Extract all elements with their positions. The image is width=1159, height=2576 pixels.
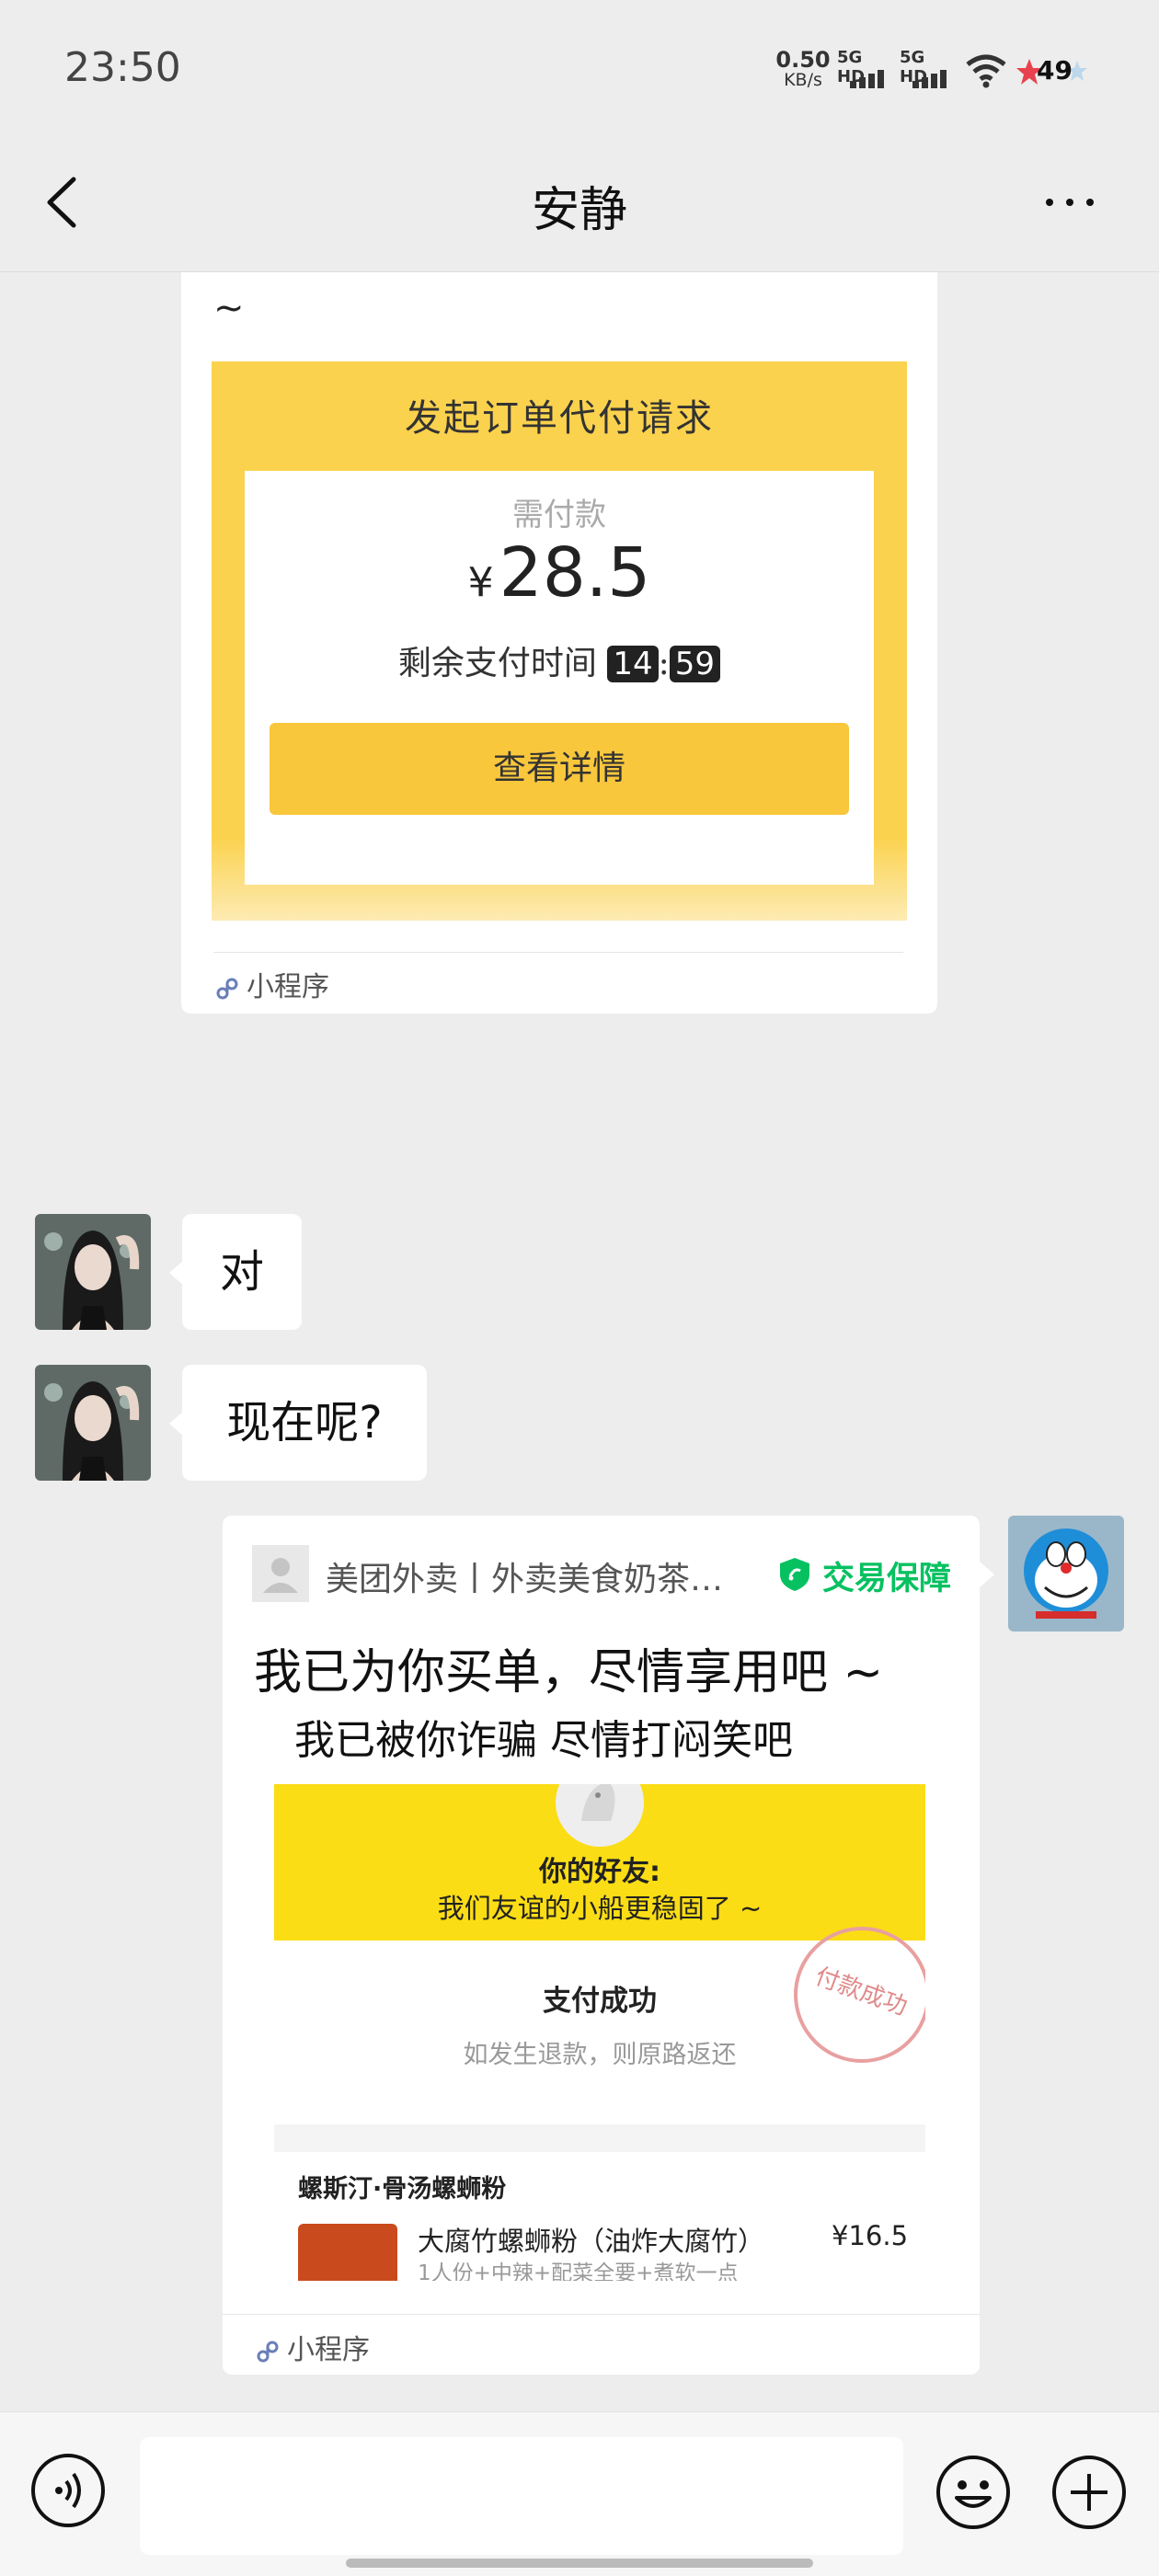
voice-icon <box>55 2472 81 2509</box>
order-item-price: ¥16.5 <box>832 2220 909 2251</box>
signal-sim1-icon: 5G HD <box>837 48 892 90</box>
remaining-seconds: 59 <box>669 646 721 682</box>
battery-icon: 49 <box>1016 53 1090 90</box>
currency-symbol: ¥ <box>467 559 494 606</box>
card-divider <box>213 952 903 953</box>
message-bubble[interactable]: 现在呢? <box>182 1365 427 1481</box>
friend-label: 你的好友: <box>539 1856 660 1888</box>
bubble-tail <box>980 1562 994 1587</box>
message-input[interactable] <box>140 2437 903 2555</box>
time-separator: : <box>658 645 670 682</box>
paid-stamp: 付款成功 <box>794 1927 925 2063</box>
paid-stamp-text: 付款成功 <box>811 1962 912 2021</box>
view-details-button[interactable]: 查看详情 <box>270 723 849 815</box>
payment-preview-image: 你的好友: 我们友谊的小船更稳固了 ~ 支付成功 如发生退款，则原路返还 付款成… <box>274 1784 925 2281</box>
network-speed-value: 0.50 <box>775 47 831 73</box>
friend-message: 我们友谊的小船更稳固了 ~ <box>437 1893 763 1924</box>
mini-program-text: 小程序 <box>287 2334 370 2366</box>
mini-program-icon <box>257 2341 279 2362</box>
mini-program-label: 小程序 <box>256 2327 370 2367</box>
order-item-spec: 1人份+中辣+配菜全要+煮软一点 <box>418 2261 739 2281</box>
mini-program-label: 小程序 <box>215 964 329 1004</box>
battery-level: 49 <box>1037 55 1073 86</box>
meituan-main-text: 我已为你买单，尽情享用吧 ~ <box>254 1645 884 1700</box>
amount-value: 28.5 <box>499 533 651 613</box>
emoji-button[interactable] <box>935 2454 1012 2531</box>
chat-title: 安静 <box>531 183 627 238</box>
friend-avatar-icon <box>556 1784 644 1847</box>
mini-program-icon <box>216 978 238 999</box>
meituan-sub-text: 我已被你诈骗 尽情打闷笑吧 <box>294 1717 793 1764</box>
contact-avatar[interactable] <box>35 1365 151 1481</box>
food-thumbnail <box>298 2224 397 2281</box>
pay-request-tilde: ~ <box>213 287 245 329</box>
plus-button[interactable] <box>1050 2454 1128 2531</box>
card-divider <box>223 2314 980 2315</box>
wifi-icon <box>966 54 1006 88</box>
remaining-minutes: 14 <box>607 646 659 682</box>
order-item-name: 大腐竹螺蛳粉（油炸大腐竹） <box>418 2226 765 2257</box>
message-bubble[interactable]: 对 <box>182 1214 302 1330</box>
shield-icon <box>780 1558 809 1591</box>
need-pay-label: 需付款 <box>512 497 606 533</box>
contact-avatar[interactable] <box>35 1214 151 1330</box>
remaining-time: 剩余支付时间 14:59 <box>245 636 874 684</box>
remaining-time-label: 剩余支付时间 <box>397 645 597 682</box>
shop-name: 螺斯汀·骨汤螺蛳粉 <box>298 2175 507 2204</box>
signal-sim2-icon: 5G HD <box>900 48 955 90</box>
meituan-avatar-icon <box>252 1545 309 1602</box>
voice-button[interactable] <box>31 2454 105 2527</box>
mini-program-text: 小程序 <box>247 971 329 1003</box>
pay-request-title: 发起订单代付请求 <box>405 397 714 440</box>
more-options-button[interactable] <box>1039 184 1113 221</box>
status-time: 23:50 <box>64 44 181 91</box>
network-speed-unit: KB/s <box>784 70 822 90</box>
network-speed: 0.50 KB/s <box>771 47 835 90</box>
my-avatar[interactable] <box>1008 1516 1124 1631</box>
home-indicator[interactable] <box>346 2559 813 2568</box>
mini-program-source-name: 美团外卖丨外卖美食奶茶… <box>326 1561 724 1598</box>
pay-amount: ¥28.5 <box>245 533 874 613</box>
trade-guarantee-label: 交易保障 <box>822 1561 952 1597</box>
